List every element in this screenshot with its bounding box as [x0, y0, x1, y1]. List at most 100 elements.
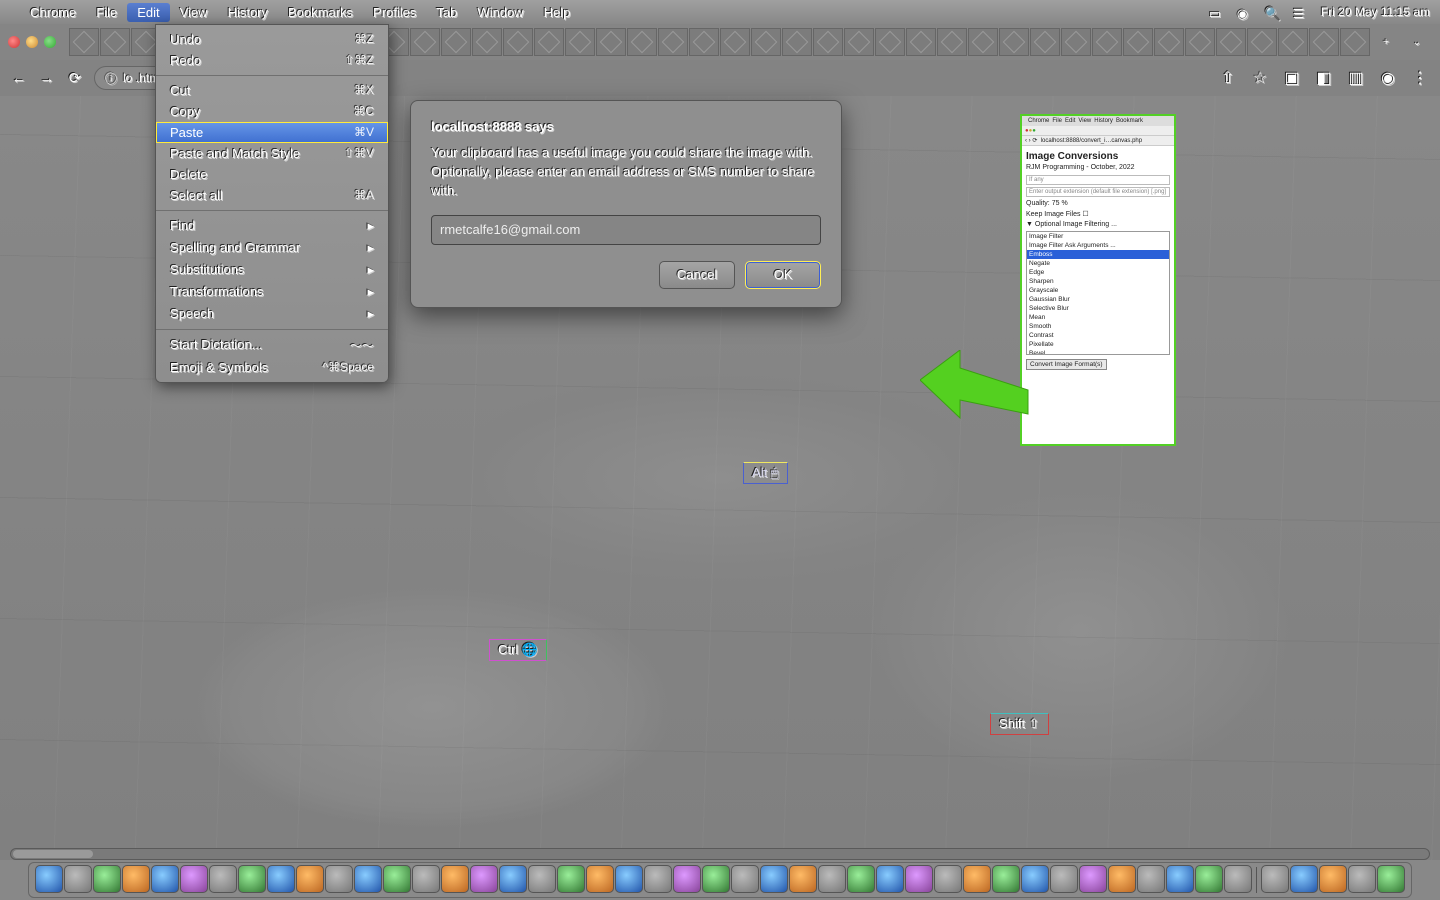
dock-app-icon[interactable] [151, 865, 179, 893]
menu-item-transformations[interactable]: Transformations▸ [156, 281, 388, 303]
dock-app-icon[interactable] [354, 865, 382, 893]
browser-tab[interactable] [1123, 28, 1153, 56]
spotlight-icon[interactable]: 🔍 [1265, 6, 1281, 18]
browser-tab[interactable] [937, 28, 967, 56]
browser-tab[interactable] [1216, 28, 1246, 56]
menu-item-cut[interactable]: Cut⌘X [156, 80, 388, 101]
browser-tab[interactable] [1061, 28, 1091, 56]
dock-app-icon[interactable] [528, 865, 556, 893]
dock-app-icon[interactable] [818, 865, 846, 893]
dock-app-icon[interactable] [383, 865, 411, 893]
horizontal-scrollbar[interactable] [10, 848, 1430, 860]
browser-tab[interactable] [1278, 28, 1308, 56]
dock-app-icon[interactable] [992, 865, 1020, 893]
dock-app-icon[interactable] [1166, 865, 1194, 893]
browser-tab[interactable] [1247, 28, 1277, 56]
browser-tab[interactable] [1154, 28, 1184, 56]
browser-tab[interactable] [968, 28, 998, 56]
menu-item-emoji-symbols[interactable]: Emoji & Symbols^⌘Space [156, 357, 388, 378]
dock-app-icon[interactable] [1224, 865, 1252, 893]
menu-item-speech[interactable]: Speech▸ [156, 303, 388, 325]
dock-app-icon[interactable] [1290, 865, 1318, 893]
menu-item-find[interactable]: Find▸ [156, 215, 388, 237]
dock-app-icon[interactable] [267, 865, 295, 893]
browser-tab[interactable] [441, 28, 471, 56]
chrome-menu-icon[interactable]: ⋮ [1410, 68, 1430, 88]
extensions-icon[interactable]: ▣ [1282, 68, 1302, 88]
dock-app-icon[interactable] [905, 865, 933, 893]
menu-item-select-all[interactable]: Select all⌘A [156, 185, 388, 206]
menu-item-paste-and-match-style[interactable]: Paste and Match Style⇧⌘V [156, 143, 388, 164]
menu-window[interactable]: Window [467, 3, 533, 22]
menu-history[interactable]: History [218, 3, 278, 22]
browser-tab[interactable] [906, 28, 936, 56]
bookmark-star-icon[interactable]: ☆ [1250, 68, 1270, 88]
window-traffic-lights[interactable] [8, 36, 56, 48]
browser-tab[interactable] [472, 28, 502, 56]
menu-item-undo[interactable]: Undo⌘Z [156, 29, 388, 50]
dock-app-icon[interactable] [1021, 865, 1049, 893]
browser-tab[interactable] [627, 28, 657, 56]
dock-app-icon[interactable] [1195, 865, 1223, 893]
profile-avatar-icon[interactable]: ◉ [1378, 68, 1398, 88]
dock-app-icon[interactable] [934, 865, 962, 893]
menu-item-paste[interactable]: Paste⌘V [156, 122, 388, 143]
menu-item-spelling-and-grammar[interactable]: Spelling and Grammar▸ [156, 237, 388, 259]
browser-tab[interactable] [565, 28, 595, 56]
dock-app-icon[interactable] [1079, 865, 1107, 893]
dock-app-icon[interactable] [1261, 865, 1289, 893]
dock-app-icon[interactable] [1108, 865, 1136, 893]
browser-tab[interactable] [534, 28, 564, 56]
cancel-button[interactable]: Cancel [659, 261, 735, 289]
dock-app-icon[interactable] [1348, 865, 1376, 893]
dock-app-icon[interactable] [644, 865, 672, 893]
dock-app-icon[interactable] [325, 865, 353, 893]
menu-item-delete[interactable]: Delete [156, 164, 388, 185]
menu-item-substitutions[interactable]: Substitutions▸ [156, 259, 388, 281]
browser-tab[interactable] [720, 28, 750, 56]
side-panel-icon[interactable]: ▥ [1346, 68, 1366, 88]
dock-app-icon[interactable] [760, 865, 788, 893]
dock-app-icon[interactable] [296, 865, 324, 893]
back-button[interactable]: ← [10, 70, 28, 87]
dock-app-icon[interactable] [963, 865, 991, 893]
menu-tab[interactable]: Tab [426, 3, 467, 22]
dock-app-icon[interactable] [673, 865, 701, 893]
browser-tab[interactable] [596, 28, 626, 56]
dock-app-icon[interactable] [702, 865, 730, 893]
menu-file[interactable]: File [86, 3, 127, 22]
browser-tab[interactable] [875, 28, 905, 56]
browser-tab[interactable] [689, 28, 719, 56]
share-icon[interactable]: ⇧ [1218, 68, 1238, 88]
menu-bookmarks[interactable]: Bookmarks [278, 3, 363, 22]
browser-tab[interactable] [813, 28, 843, 56]
menu-item-copy[interactable]: Copy⌘C [156, 101, 388, 122]
menu-item-start-dictation-[interactable]: Start Dictation...～～ [156, 334, 388, 357]
wifi-icon[interactable]: ◉ [1237, 6, 1253, 18]
dock-app-icon[interactable] [93, 865, 121, 893]
dock-app-icon[interactable] [1137, 865, 1165, 893]
browser-tab[interactable] [751, 28, 781, 56]
browser-tab[interactable] [1185, 28, 1215, 56]
dock-app-icon[interactable] [847, 865, 875, 893]
browser-tab[interactable] [782, 28, 812, 56]
menu-item-redo[interactable]: Redo⇧⌘Z [156, 50, 388, 71]
forward-button[interactable]: → [38, 70, 56, 87]
menu-view[interactable]: View [170, 3, 218, 22]
browser-tab[interactable] [1309, 28, 1339, 56]
menu-help[interactable]: Help [534, 3, 581, 22]
dock-app-icon[interactable] [731, 865, 759, 893]
dock-app-icon[interactable] [64, 865, 92, 893]
menubar-app[interactable]: Chrome [20, 3, 86, 22]
dialog-input[interactable] [431, 215, 821, 245]
battery-icon[interactable]: ▭ [1209, 6, 1225, 18]
browser-tab[interactable] [999, 28, 1029, 56]
dock-app-icon[interactable] [122, 865, 150, 893]
dock-app-icon[interactable] [441, 865, 469, 893]
dock-app-icon[interactable] [1319, 865, 1347, 893]
menu-edit[interactable]: Edit [127, 3, 169, 22]
tab-overflow-icon[interactable]: ⌄ [1402, 28, 1432, 56]
dock-app-icon[interactable] [1377, 865, 1405, 893]
browser-tab[interactable] [1092, 28, 1122, 56]
control-center-icon[interactable]: ☰ [1293, 6, 1309, 18]
